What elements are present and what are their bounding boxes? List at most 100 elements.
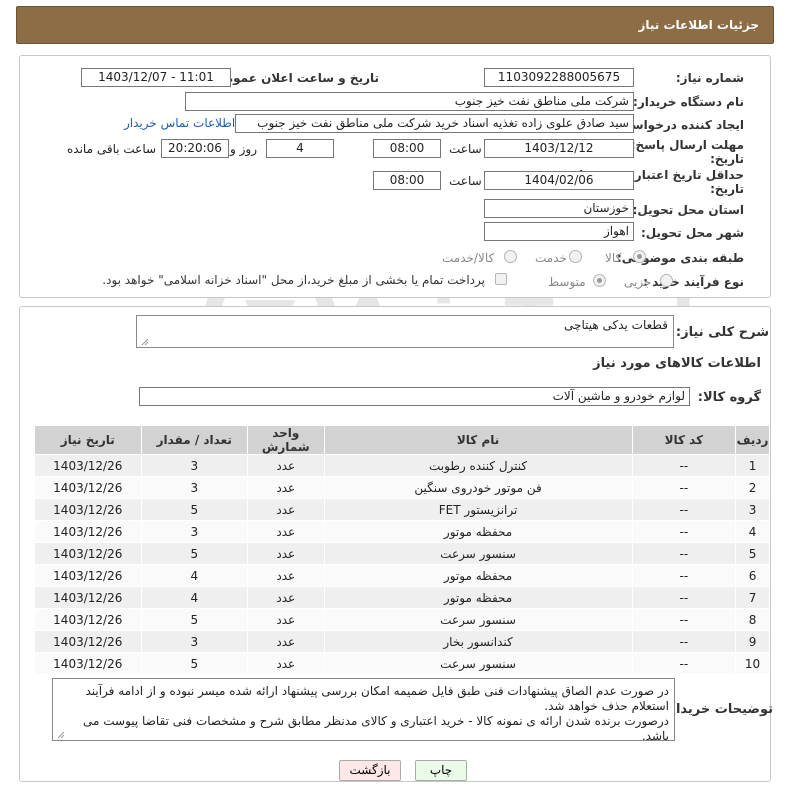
goods-group-label: گروه کالا: bbox=[697, 390, 761, 405]
cell-date: 1403/12/26 bbox=[34, 586, 142, 609]
table-row: 10 -- سنسور سرعت عدد 5 1403/12/26 bbox=[34, 652, 770, 675]
table-row: 7 -- محفظه موتور عدد 4 1403/12/26 bbox=[34, 586, 770, 609]
purchase-process-label: نوع فرآیند خرید : bbox=[643, 275, 744, 289]
print-button[interactable]: چاپ bbox=[415, 760, 467, 781]
buyer-notes-field: در صورت عدم الصاق پیشنهادات فنی طبق فایل… bbox=[52, 678, 675, 741]
cell-row: 6 bbox=[735, 564, 770, 587]
cell-name: محفظه موتور bbox=[323, 520, 633, 543]
cell-qty: 5 bbox=[140, 652, 249, 675]
process-radio-medium[interactable] bbox=[593, 274, 606, 287]
table-row: 3 -- ترانزیستور FET عدد 5 1403/12/26 bbox=[34, 498, 770, 521]
reply-days-field: 4 bbox=[266, 139, 334, 158]
cell-qty: 3 bbox=[140, 454, 249, 477]
table-row: 4 -- محفظه موتور عدد 3 1403/12/26 bbox=[34, 520, 770, 543]
cell-code: -- bbox=[631, 520, 737, 543]
cell-qty: 5 bbox=[140, 498, 249, 521]
col-date: تاریخ نیاز bbox=[34, 425, 142, 455]
process-radio-minor[interactable] bbox=[660, 274, 673, 287]
cell-date: 1403/12/26 bbox=[34, 476, 142, 499]
cell-name: فن موتور خودروی سنگین bbox=[323, 476, 633, 499]
cell-row: 8 bbox=[735, 608, 770, 631]
resize-grip-icon[interactable] bbox=[56, 730, 64, 738]
announce-datetime-field: 1403/12/07 - 11:01 bbox=[81, 68, 231, 87]
remaining-time-field: 20:20:06 bbox=[161, 139, 229, 158]
reply-deadline-label: مهلت ارسال پاسخ: تا bbox=[617, 138, 745, 152]
buyer-notes-line-2: درصورت برنده شدن ارائه ی نمونه کالا - خر… bbox=[82, 714, 669, 741]
cell-name: سنسور سرعت bbox=[323, 542, 633, 565]
goods-table: ردیف کد کالا نام کالا واحد شمارش تعداد /… bbox=[34, 425, 770, 675]
process-option-minor: جزیی bbox=[624, 275, 652, 289]
process-option-medium: متوسط bbox=[548, 275, 586, 289]
reply-days-label: روز و bbox=[230, 142, 257, 156]
table-row: 2 -- فن موتور خودروی سنگین عدد 3 1403/12/26 bbox=[34, 476, 770, 499]
city-field: اهواز bbox=[484, 222, 634, 241]
announce-datetime-label: تاریخ و ساعت اعلان عمومی: bbox=[208, 71, 379, 85]
province-label: استان محل تحویل: bbox=[632, 203, 744, 217]
cell-unit: عدد bbox=[247, 520, 325, 543]
cell-row: 1 bbox=[735, 454, 770, 477]
cell-unit: عدد bbox=[247, 564, 325, 587]
col-row: ردیف bbox=[735, 425, 770, 455]
goods-table-body: 1 -- کنترل کننده رطوبت عدد 3 1403/12/26 2 -- فن … bbox=[34, 454, 770, 675]
cell-code: -- bbox=[631, 454, 737, 477]
cell-row: 2 bbox=[735, 476, 770, 499]
buyer-notes-line-1: در صورت عدم الصاق پیشنهادات فنی طبق فایل… bbox=[85, 684, 669, 713]
cell-code: -- bbox=[631, 652, 737, 675]
col-unit: واحد شمارش bbox=[247, 425, 325, 455]
cell-row: 4 bbox=[735, 520, 770, 543]
need-number-label: شماره نیاز: bbox=[675, 71, 744, 85]
cell-unit: عدد bbox=[247, 454, 325, 477]
cell-qty: 5 bbox=[140, 542, 249, 565]
goods-info-title: اطلاعات کالاهای مورد نیاز bbox=[593, 356, 761, 371]
price-time-label: ساعت bbox=[449, 174, 482, 188]
province-field: خوزستان bbox=[484, 199, 634, 218]
category-radio-service[interactable] bbox=[569, 250, 582, 263]
cell-unit: عدد bbox=[247, 608, 325, 631]
page-header: جزئیات اطلاعات نیاز bbox=[16, 6, 774, 44]
cell-unit: عدد bbox=[247, 476, 325, 499]
table-row: 6 -- محفظه موتور عدد 4 1403/12/26 bbox=[34, 564, 770, 587]
cell-date: 1403/12/26 bbox=[34, 652, 142, 675]
cell-date: 1403/12/26 bbox=[34, 608, 142, 631]
cell-qty: 4 bbox=[140, 564, 249, 587]
cell-qty: 4 bbox=[140, 586, 249, 609]
goods-table-header: ردیف کد کالا نام کالا واحد شمارش تعداد /… bbox=[34, 425, 770, 455]
resize-grip-icon[interactable] bbox=[140, 337, 148, 345]
requester-field: سید صادق علوی زاده تغذیه اسناد خرید شرکت… bbox=[235, 114, 634, 133]
table-row: 8 -- سنسور سرعت عدد 5 1403/12/26 bbox=[34, 608, 770, 631]
treasury-note: پرداخت تمام یا بخشی از مبلغ خرید،از محل … bbox=[102, 273, 485, 287]
cell-date: 1403/12/26 bbox=[34, 520, 142, 543]
cell-row: 7 bbox=[735, 586, 770, 609]
cell-date: 1403/12/26 bbox=[34, 542, 142, 565]
cell-name: سنسور سرعت bbox=[323, 608, 633, 631]
description-text: قطعات یدکی هیتاچی bbox=[564, 318, 668, 332]
category-option-service: خدمت bbox=[535, 251, 567, 265]
cell-unit: عدد bbox=[247, 652, 325, 675]
price-validity-date-field: 1404/02/06 bbox=[484, 171, 634, 190]
cell-code: -- bbox=[631, 586, 737, 609]
cell-code: -- bbox=[631, 542, 737, 565]
treasury-checkbox[interactable] bbox=[495, 273, 507, 285]
price-validity-time-field: 08:00 bbox=[373, 171, 441, 190]
back-button[interactable]: بازگشت bbox=[339, 760, 401, 781]
table-row: 9 -- کندانسور بخار عدد 3 1403/12/26 bbox=[34, 630, 770, 653]
cell-code: -- bbox=[631, 630, 737, 653]
cell-row: 10 bbox=[735, 652, 770, 675]
cell-date: 1403/12/26 bbox=[34, 498, 142, 521]
need-number-field: 1103092288005675 bbox=[484, 68, 634, 87]
goods-group-field: لوازم خودرو و ماشین آلات bbox=[139, 387, 690, 406]
reply-deadline-date-field: 1403/12/12 bbox=[484, 139, 634, 158]
buyer-contact-link[interactable]: اطلاعات تماس خریدار bbox=[124, 116, 235, 130]
category-radio-goods[interactable] bbox=[633, 250, 646, 263]
cell-qty: 3 bbox=[140, 520, 249, 543]
description-field: قطعات یدکی هیتاچی bbox=[136, 315, 674, 348]
cell-name: کندانسور بخار bbox=[323, 630, 633, 653]
col-qty: تعداد / مقدار bbox=[140, 425, 249, 455]
remaining-time-label: ساعت باقی مانده bbox=[67, 142, 157, 156]
col-name: نام کالا bbox=[323, 425, 633, 455]
cell-unit: عدد bbox=[247, 586, 325, 609]
category-radio-goods-service[interactable] bbox=[504, 250, 517, 263]
city-label: شهر محل تحویل: bbox=[640, 226, 744, 240]
cell-qty: 3 bbox=[140, 476, 249, 499]
cell-date: 1403/12/26 bbox=[34, 630, 142, 653]
